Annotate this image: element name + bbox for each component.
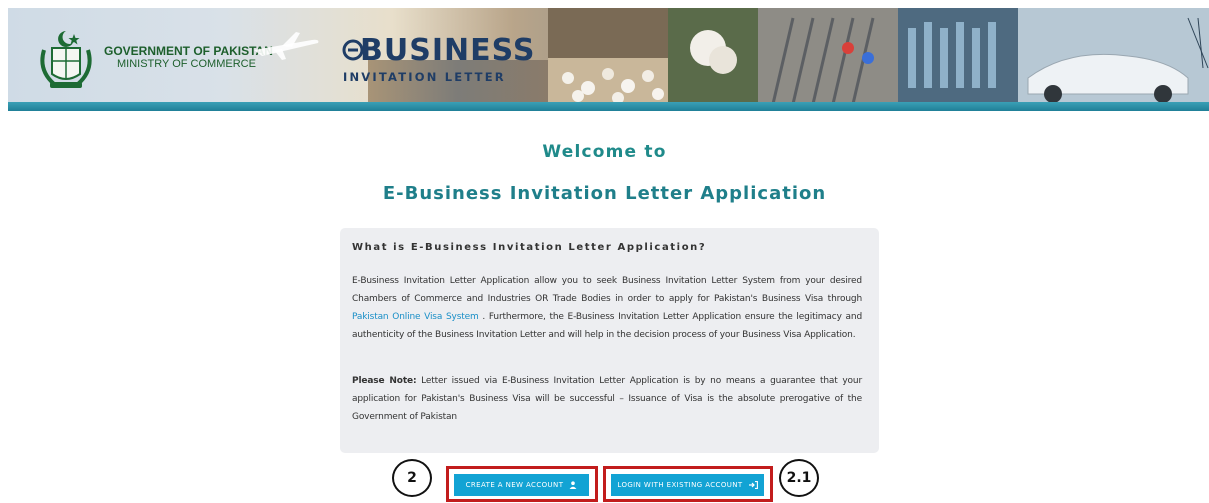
login-existing-account-button[interactable]: LOGIN WITH EXISTING ACCOUNT xyxy=(611,474,764,496)
ministry-subtitle: MINISTRY OF COMMERCE xyxy=(117,58,256,70)
header-banner: GOVERNMENT OF PAKISTAN MINISTRY OF COMME… xyxy=(8,8,1209,104)
welcome-heading: Welcome to xyxy=(542,142,667,162)
airplane-icon xyxy=(254,32,319,60)
create-account-button[interactable]: CREATE A NEW ACCOUNT xyxy=(454,474,589,496)
info-panel: What is E-Business Invitation Letter App… xyxy=(340,228,879,453)
government-emblem-icon xyxy=(40,31,92,88)
info-heading: What is E-Business Invitation Letter App… xyxy=(352,242,707,253)
logo-subtitle: INVITATION LETTER xyxy=(343,70,506,84)
logo-title: BUSINESS xyxy=(360,33,536,68)
user-icon xyxy=(569,481,577,489)
info-description-text: E-Business Invitation Letter Application… xyxy=(352,276,862,304)
sign-in-icon xyxy=(748,481,758,489)
callout-marker-2-1: 2.1 xyxy=(779,459,819,497)
banner-scenery-image xyxy=(548,8,1209,104)
info-note: Please Note: Letter issued via E-Busines… xyxy=(352,372,862,426)
info-description: E-Business Invitation Letter Application… xyxy=(352,272,862,344)
pakistan-online-visa-link[interactable]: Pakistan Online Visa System xyxy=(352,312,479,322)
login-label: LOGIN WITH EXISTING ACCOUNT xyxy=(617,481,743,489)
note-label: Please Note: xyxy=(352,376,417,386)
banner-divider xyxy=(8,102,1209,111)
create-account-label: CREATE A NEW ACCOUNT xyxy=(465,481,564,489)
page-title: E-Business Invitation Letter Application xyxy=(382,183,827,204)
callout-marker-2: 2 xyxy=(392,459,432,497)
government-title: GOVERNMENT OF PAKISTAN xyxy=(104,44,273,58)
note-text: Letter issued via E-Business Invitation … xyxy=(352,376,862,422)
